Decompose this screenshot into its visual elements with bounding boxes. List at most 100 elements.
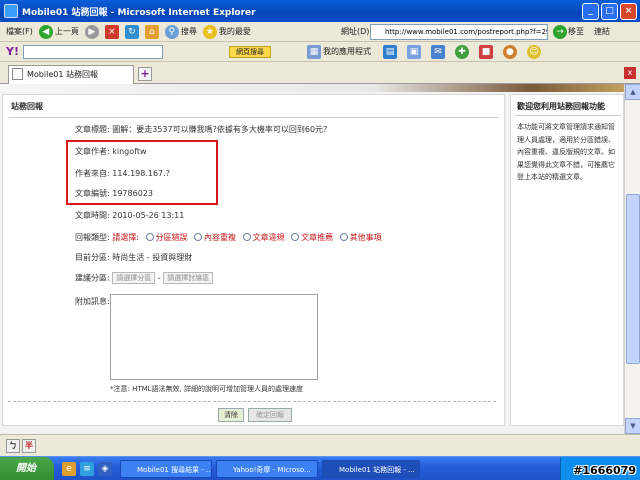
toolbar-tool-icon[interactable]: ▤ <box>382 44 397 59</box>
stop-icon: × <box>104 24 119 39</box>
reason-option[interactable]: 文章違規 <box>253 233 285 242</box>
radio-button[interactable] <box>291 233 300 241</box>
toolbar-tool-icon[interactable]: ■ <box>478 44 493 59</box>
back-button[interactable]: ◀ 上一頁 <box>38 24 79 39</box>
time-value: 2010-05-26 13:11 <box>112 211 185 220</box>
quicklaunch-icon[interactable]: e <box>62 462 76 476</box>
input-method-icon[interactable]: ㄅ <box>6 439 20 453</box>
ip-label: 作者來自: <box>75 169 110 178</box>
scroll-thumb[interactable] <box>626 194 640 364</box>
current-board-value: 時尚生活 - 投資與理財 <box>112 253 193 262</box>
forward-button[interactable]: ▶ <box>84 24 99 39</box>
taskbar-window-active[interactable]: Mobile01 站務回報 - ... <box>322 460 420 478</box>
ip-value: 114.198.167.? <box>112 169 170 178</box>
divider <box>9 117 499 118</box>
refresh-icon: ↻ <box>124 24 139 39</box>
reason-option[interactable]: 文章推薦 <box>301 233 333 242</box>
extra-label: 附加訊息: <box>75 297 110 306</box>
toolbar-tool-icon[interactable]: ☺ <box>526 44 541 59</box>
favorites-label: 我的最愛 <box>218 27 251 36</box>
minimize-button[interactable]: _ <box>582 2 599 20</box>
side-title: 歡迎您利用站務回報功能 <box>517 102 605 111</box>
subject-row: 文章標題: 圖解：要走3537可以賺我嗎?依據有多大機率可以回到60元？ <box>75 124 331 135</box>
stop-button[interactable]: × <box>104 24 119 39</box>
vertical-scrollbar[interactable]: ▲ ▼ <box>624 84 640 434</box>
clear-button[interactable]: 清除 <box>218 408 244 422</box>
address-label: 網址(D) <box>341 27 370 36</box>
side-description: 本功能可將文章管理請求通知管理人員處理，適用於分區錯誤、內容重複、違反版規的文章… <box>517 123 615 181</box>
refresh-button[interactable]: ↻ <box>124 24 139 39</box>
forward-arrow-icon: ▶ <box>84 24 99 39</box>
close-tab-button[interactable]: x <box>624 67 636 79</box>
go-button[interactable]: 移至 <box>568 26 584 37</box>
yahoo-logo[interactable]: Y! <box>6 45 19 58</box>
divider <box>8 401 496 402</box>
reason-option[interactable]: 其他事項 <box>350 233 382 242</box>
my-apps-button[interactable]: 我的應用程式 <box>323 46 371 57</box>
home-icon: ⌂ <box>144 24 159 39</box>
window-title-bar: Mobile01 站務回報 - Microsoft Internet Explo… <box>0 0 640 22</box>
quicklaunch-icon[interactable]: ◈ <box>98 462 112 476</box>
search-icon: ⚲ <box>164 24 179 39</box>
author-label: 文章作者: <box>75 147 110 156</box>
radio-button[interactable] <box>145 233 154 241</box>
toolbar-tool-icon[interactable]: ● <box>502 44 517 59</box>
half-width-icon[interactable]: 半 <box>22 439 36 453</box>
watermark: #1666079 <box>573 464 636 477</box>
web-search-button[interactable]: 網頁搜尋 <box>228 45 271 58</box>
toolbar-tool-icon[interactable]: ▣ <box>406 44 421 59</box>
author-value: kingoftw <box>112 147 147 156</box>
apps-icon: ▦ <box>306 44 321 59</box>
file-menu[interactable]: 檔案(F) <box>6 26 33 37</box>
taskbar-window[interactable]: Yahoo!奇摩 - Microso... <box>216 460 318 478</box>
radio-button[interactable] <box>194 233 203 241</box>
yahoo-search-input[interactable] <box>22 44 163 59</box>
mail-icon[interactable]: ✉ <box>430 44 445 59</box>
reason-option[interactable]: 分區錯誤 <box>156 233 188 242</box>
scroll-down-button[interactable]: ▼ <box>625 418 640 434</box>
extra-label-row: 附加訊息: <box>75 296 110 307</box>
id-label: 文章編號: <box>75 189 110 198</box>
html-note: *注意: HTML語法無效, 詳細的說明可增加管理人員的處理速度 <box>110 385 304 393</box>
close-button[interactable]: × <box>620 2 637 20</box>
id-value: 19786023 <box>112 189 153 198</box>
info-side-panel: 歡迎您利用站務回報功能 本功能可將文章管理請求通知管理人員處理，適用於分區錯誤、… <box>510 94 624 426</box>
back-arrow-icon: ◀ <box>38 24 53 39</box>
go-icon[interactable]: → <box>553 25 567 39</box>
search-button[interactable]: ⚲ 搜尋 <box>164 24 197 39</box>
scroll-up-button[interactable]: ▲ <box>625 84 640 100</box>
ie-app-icon <box>4 4 18 18</box>
search-label: 搜尋 <box>180 27 197 36</box>
tab-mobile01-report[interactable]: Mobile01 站務回報 <box>8 65 134 84</box>
back-label: 上一頁 <box>54 27 79 36</box>
maximize-button[interactable]: □ <box>601 2 618 20</box>
submit-report-button[interactable]: 確定回報 <box>248 408 292 422</box>
board-select[interactable]: 請選擇分區 <box>112 272 156 284</box>
suggest-row: 建議分區: 請選擇分區 - 請選擇討論區 <box>75 272 214 284</box>
tab-bar: Mobile01 站務回報 + x <box>0 62 640 84</box>
favorites-button[interactable]: ★ 我的最愛 <box>202 24 251 39</box>
time-row: 文章時間: 2010-05-26 13:11 <box>75 210 184 221</box>
toolbar-tool-icon[interactable]: ✚ <box>454 44 469 59</box>
page-icon <box>12 68 23 80</box>
radio-button[interactable] <box>339 233 348 241</box>
subject-label: 文章標題: <box>75 125 110 134</box>
windows-taskbar: 開始 e ≡ ◈ Mobile01 搜尋結果 - ... Yahoo!奇摩 - … <box>0 456 640 480</box>
taskbar-window[interactable]: Mobile01 搜尋結果 - ... <box>120 460 212 478</box>
reason-prompt: 請選擇: <box>112 233 139 242</box>
browser-toolbar: 檔案(F) ◀ 上一頁 ▶ × ↻ ⌂ ⚲ 搜尋 ★ 我的最愛 網址(D) ht… <box>0 22 640 42</box>
id-row: 文章編號: 19786023 <box>75 188 153 199</box>
status-bar: ㄅ 半 <box>0 434 640 456</box>
tab-label: Mobile01 站務回報 <box>27 70 98 79</box>
radio-button[interactable] <box>242 233 251 241</box>
home-button[interactable]: ⌂ <box>144 24 159 39</box>
quicklaunch-icon[interactable]: ≡ <box>80 462 94 476</box>
address-input[interactable]: http://www.mobile01.com/postreport.php?f… <box>370 24 548 40</box>
start-button[interactable]: 開始 <box>0 457 54 480</box>
reason-option[interactable]: 內容重複 <box>204 233 236 242</box>
links-label[interactable]: 連結 <box>594 26 610 37</box>
forum-select[interactable]: 請選擇討論區 <box>163 272 214 284</box>
yahoo-toolbar: Y! 網頁搜尋 ▦ 我的應用程式 ▤ ▣ ✉ ✚ ■ ● ☺ <box>0 42 640 62</box>
extra-message-textarea[interactable] <box>110 294 318 380</box>
new-tab-button[interactable]: + <box>138 67 152 81</box>
